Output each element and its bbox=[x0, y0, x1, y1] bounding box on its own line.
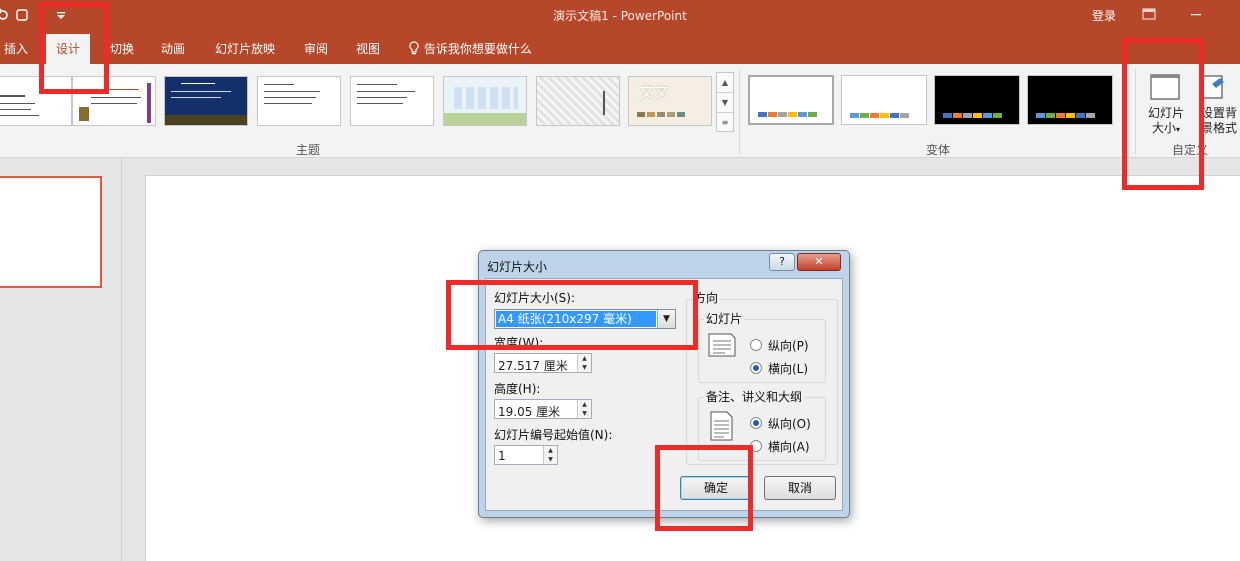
gallery-scroll[interactable]: ▲ ▼ ≡ bbox=[716, 72, 734, 132]
spin-up-icon[interactable]: ▲ bbox=[544, 446, 557, 455]
number-from-stepper[interactable]: 1 ▲ ▼ bbox=[494, 445, 558, 465]
height-label: 高度(H): bbox=[494, 382, 541, 396]
height-stepper[interactable]: 19.05 厘米 ▲ ▼ bbox=[494, 399, 592, 419]
gallery-more-icon[interactable]: ≡ bbox=[717, 113, 733, 133]
slide-thumbnail-pane bbox=[0, 158, 122, 561]
variant-4[interactable] bbox=[1027, 75, 1113, 125]
landscape-page-icon bbox=[708, 333, 736, 357]
tab-review[interactable]: 审阅 bbox=[304, 40, 328, 57]
tab-view[interactable]: 视图 bbox=[356, 40, 380, 57]
slides-label: 幻灯片 bbox=[704, 310, 745, 327]
group-divider bbox=[739, 70, 740, 154]
spin-down-icon[interactable]: ▼ bbox=[578, 409, 591, 418]
spin-up-icon[interactable]: ▲ bbox=[578, 354, 591, 363]
slides-landscape-label[interactable]: 横向(L) bbox=[768, 360, 808, 377]
portrait-page-icon bbox=[710, 411, 733, 441]
themes-group-label: 主题 bbox=[296, 143, 321, 157]
theme-preview-text: 文文 bbox=[639, 83, 670, 101]
notes-label: 备注、讲义和大纲 bbox=[704, 388, 805, 405]
tab-animations[interactable]: 动画 bbox=[161, 40, 185, 57]
notes-landscape-label[interactable]: 横向(A) bbox=[768, 438, 810, 455]
tell-me-box[interactable]: 告诉我你想要做什么 bbox=[408, 40, 532, 57]
spin-down-icon[interactable]: ▼ bbox=[544, 455, 557, 464]
theme-thumb-3[interactable] bbox=[164, 76, 248, 126]
lightbulb-icon bbox=[409, 41, 419, 55]
tell-me-text: 告诉我你想要做什么 bbox=[423, 42, 532, 56]
number-from-label: 幻灯片编号起始值(N): bbox=[494, 428, 613, 442]
slides-landscape-radio[interactable] bbox=[750, 362, 762, 374]
height-value: 19.05 厘米 bbox=[498, 405, 561, 419]
theme-thumb-8[interactable]: 文文 bbox=[628, 76, 712, 126]
highlight-ok-button bbox=[655, 445, 753, 531]
width-value: 27.517 厘米 bbox=[498, 359, 568, 373]
theme-thumb-5[interactable] bbox=[350, 76, 434, 126]
minimize-icon[interactable] bbox=[1188, 6, 1204, 22]
spin-up-icon[interactable]: ▲ bbox=[578, 400, 591, 409]
theme-thumb-7[interactable] bbox=[536, 76, 620, 126]
number-from-value: 1 bbox=[498, 449, 506, 463]
variants-group-label: 变体 bbox=[926, 143, 951, 157]
scroll-up-icon[interactable]: ▲ bbox=[717, 73, 733, 93]
variant-1[interactable] bbox=[748, 75, 834, 125]
login-link[interactable]: 登录 bbox=[1092, 7, 1116, 24]
dialog-title: 幻灯片大小 bbox=[487, 260, 548, 274]
notes-portrait-label[interactable]: 纵向(O) bbox=[768, 415, 811, 432]
variant-2[interactable] bbox=[841, 75, 927, 125]
width-stepper[interactable]: 27.517 厘米 ▲ ▼ bbox=[494, 353, 592, 373]
ribbon: 文文 ▲ ▼ ≡ 主题 变体 幻灯片大小▾ 设置背景格式 自定义 bbox=[0, 64, 1240, 158]
notes-portrait-radio[interactable] bbox=[750, 417, 762, 429]
document-title: 演示文稿1 - PowerPoint bbox=[553, 9, 687, 23]
tab-insert[interactable]: 插入 bbox=[4, 40, 28, 57]
tab-slideshow[interactable]: 幻灯片放映 bbox=[215, 40, 275, 57]
spin-down-icon[interactable]: ▼ bbox=[578, 363, 591, 372]
help-button[interactable]: ? bbox=[769, 253, 795, 271]
ribbon-tabs: 插入 设计 切换 动画 幻灯片放映 审阅 视图 告诉我你想要做什么 bbox=[0, 32, 1240, 64]
close-button[interactable]: ✕ bbox=[797, 253, 841, 271]
highlight-slide-size-select bbox=[446, 280, 698, 350]
tab-transitions[interactable]: 切换 bbox=[110, 40, 134, 57]
slide-thumbnail[interactable] bbox=[0, 176, 102, 288]
title-bar: 演示文稿1 - PowerPoint 登录 bbox=[0, 0, 1240, 32]
ribbon-display-icon[interactable] bbox=[1141, 6, 1157, 22]
variant-3[interactable] bbox=[934, 75, 1020, 125]
slides-portrait-label[interactable]: 纵向(P) bbox=[768, 337, 809, 354]
highlight-slide-size-button bbox=[1122, 38, 1204, 190]
scroll-down-icon[interactable]: ▼ bbox=[717, 93, 733, 113]
slides-portrait-radio[interactable] bbox=[750, 339, 762, 351]
format-background-label: 设置背景格式 bbox=[1200, 106, 1237, 135]
theme-thumb-4[interactable] bbox=[257, 76, 341, 126]
theme-thumb-6[interactable] bbox=[443, 76, 527, 126]
highlight-design-tab bbox=[39, 2, 109, 94]
cancel-button[interactable]: 取消 bbox=[764, 476, 836, 500]
